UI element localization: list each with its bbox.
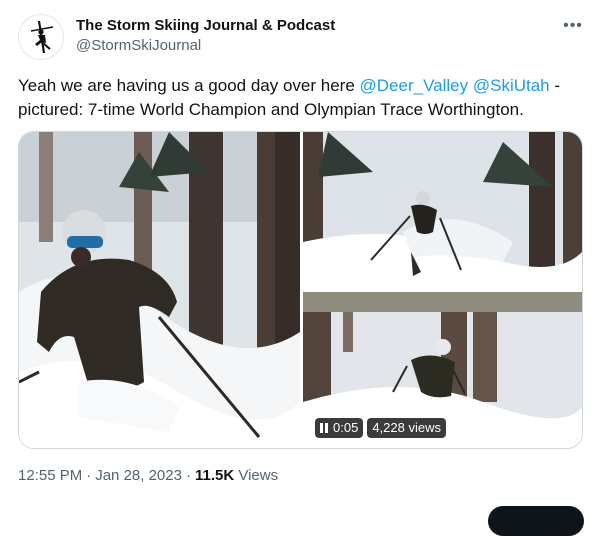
- tweet-time[interactable]: 12:55 PM: [18, 467, 82, 484]
- display-name[interactable]: The Storm Skiing Journal & Podcast: [76, 16, 335, 36]
- video-controls: 0:05 4,228 views: [315, 418, 446, 438]
- separator: ·: [185, 467, 191, 484]
- tweet-date[interactable]: Jan 28, 2023: [95, 467, 182, 484]
- partial-action-button[interactable]: [488, 506, 584, 536]
- mention-ski-utah[interactable]: @SkiUtah: [473, 76, 550, 95]
- more-icon: •••: [563, 17, 583, 34]
- more-options-button[interactable]: •••: [561, 16, 585, 36]
- account-handle[interactable]: @StormSkiJournal: [76, 36, 335, 56]
- separator: ·: [86, 467, 92, 484]
- tweet-text-part: Yeah we are having us a good day over he…: [18, 76, 360, 95]
- tweet-text: Yeah we are having us a good day over he…: [18, 74, 578, 122]
- video-views-badge: 4,228 views: [367, 418, 446, 438]
- media-image-top-right[interactable]: [303, 132, 582, 289]
- media-grid[interactable]: 0:05 4,228 views: [18, 131, 583, 449]
- views-label: Views: [238, 467, 279, 484]
- video-play-pause[interactable]: 0:05: [315, 418, 364, 438]
- tweet: The Storm Skiing Journal & Podcast @Stor…: [0, 0, 603, 536]
- views-count[interactable]: 11.5K: [195, 467, 234, 484]
- media-image-main[interactable]: [19, 132, 300, 448]
- tweet-meta: 12:55 PM · Jan 28, 2023 · 11.5K Views: [18, 466, 278, 486]
- video-views: 4,228 views: [372, 420, 441, 435]
- mention-deer-valley[interactable]: @Deer_Valley: [360, 76, 469, 95]
- pause-icon: [320, 423, 328, 433]
- skier-logo-icon: [30, 20, 54, 54]
- account-info: The Storm Skiing Journal & Podcast @Stor…: [76, 16, 335, 56]
- avatar[interactable]: [18, 14, 64, 60]
- video-time: 0:05: [333, 420, 359, 435]
- tweet-header: The Storm Skiing Journal & Podcast @Stor…: [18, 12, 585, 60]
